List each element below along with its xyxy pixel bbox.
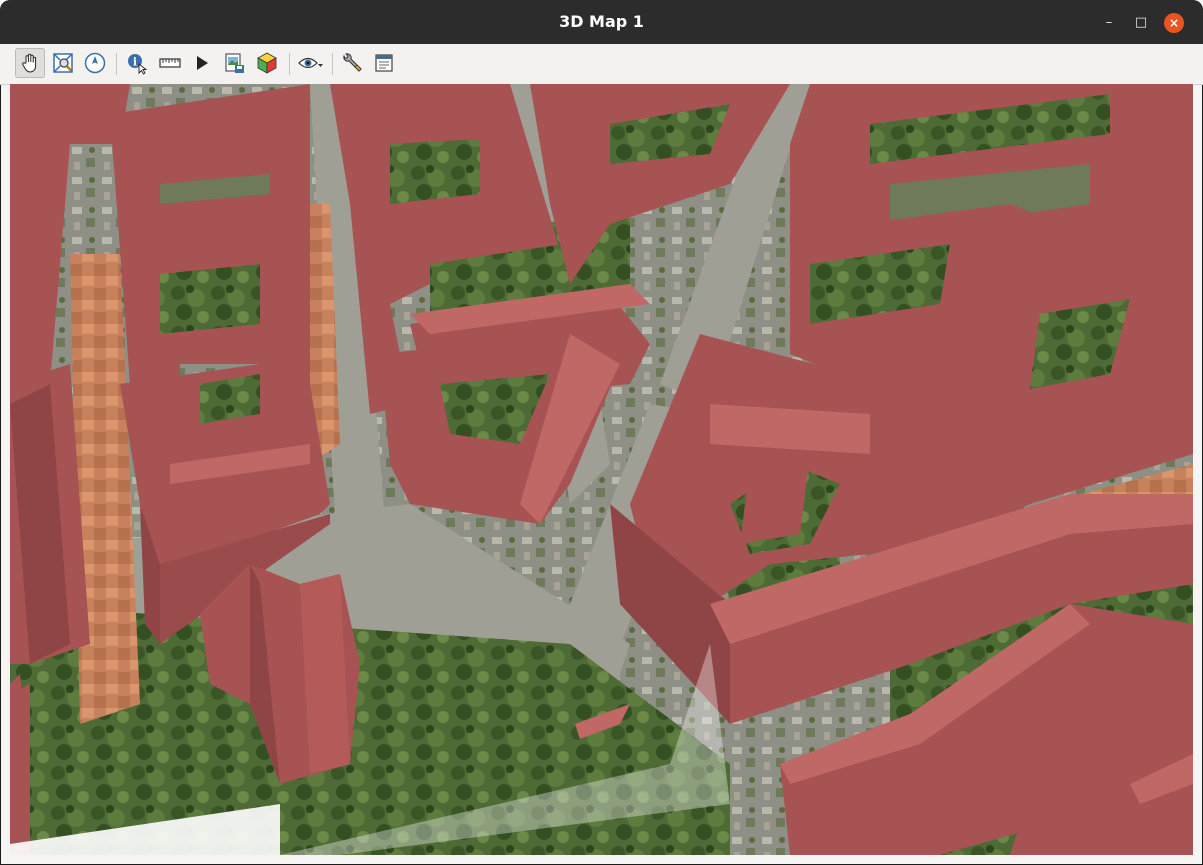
minimize-button[interactable]: – (1100, 14, 1118, 32)
window-icon (375, 54, 393, 72)
dock-toggle-button[interactable] (369, 48, 399, 78)
save-image-button[interactable] (219, 48, 249, 78)
maximize-button[interactable]: □ (1132, 14, 1150, 32)
animations-button[interactable] (187, 48, 217, 78)
title-bar[interactable]: 3D Map 1 – □ × (0, 0, 1203, 44)
export-3d-scene-button[interactable] (252, 48, 282, 78)
play-icon (197, 56, 208, 70)
window-title: 3D Map 1 (559, 12, 644, 31)
3d-map-canvas[interactable] (10, 84, 1193, 855)
toolbar-separator (116, 53, 117, 75)
wrench-icon (343, 53, 362, 72)
identify-icon: i (128, 54, 148, 75)
toolbar-separator (289, 53, 290, 75)
ruler-icon (159, 58, 181, 68)
save-image-icon (225, 53, 244, 73)
zoom-full-button[interactable] (48, 48, 78, 78)
measure-tool-button[interactable] (155, 48, 185, 78)
compass-icon (84, 52, 106, 74)
map-3d-window: 3D Map 1 – □ × i (0, 0, 1203, 865)
cube-icon (257, 52, 277, 74)
toolbar-separator (332, 53, 333, 75)
configure-button[interactable] (337, 48, 367, 78)
hand-icon (22, 53, 37, 73)
toolbar: i (0, 44, 1203, 85)
identify-tool-button[interactable]: i (122, 48, 152, 78)
pan-tool-button[interactable] (15, 48, 45, 78)
3d-scene (10, 84, 1193, 855)
close-button[interactable]: × (1164, 13, 1184, 33)
svg-text:i: i (133, 56, 137, 69)
eye-icon (298, 57, 323, 69)
view-options-button[interactable] (296, 48, 326, 78)
camera-control-button[interactable] (80, 48, 110, 78)
zoom-full-icon (53, 53, 73, 73)
